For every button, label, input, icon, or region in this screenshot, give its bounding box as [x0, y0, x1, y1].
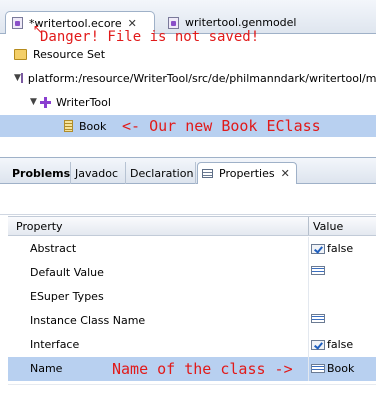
- column-divider: [308, 285, 309, 309]
- column-header-property[interactable]: Property: [16, 220, 63, 233]
- tree-item-resource[interactable]: ▼ platform:/resource/WriterTool/src/de/p…: [0, 67, 376, 89]
- property-name: ESuper Types: [30, 290, 104, 303]
- column-divider[interactable]: [308, 217, 309, 235]
- tree-item-package[interactable]: ▼ WriterTool: [0, 91, 376, 113]
- checkbox-icon: [311, 339, 325, 350]
- column-divider: [308, 309, 309, 333]
- column-header-value[interactable]: Value: [313, 220, 343, 233]
- tab-label: writertool.genmodel: [185, 16, 297, 29]
- property-value-text: false: [327, 338, 354, 351]
- tree-item-label: Book: [79, 119, 107, 133]
- property-row-esuper-types[interactable]: ESuper Types: [8, 285, 376, 309]
- name-annotation: Name of the class ->: [112, 360, 293, 378]
- tab-label: Javadoc: [75, 166, 118, 180]
- list-icon: [311, 364, 325, 373]
- close-icon[interactable]: ✕: [128, 17, 137, 30]
- property-value[interactable]: false: [311, 338, 353, 351]
- package-icon: [40, 96, 51, 108]
- tab-javadoc[interactable]: Javadoc: [71, 162, 126, 184]
- collapse-icon[interactable]: ▼: [14, 73, 21, 83]
- resource-set-icon: [14, 48, 27, 60]
- property-value-text: false: [327, 242, 354, 255]
- property-row-default-value[interactable]: Default Value: [8, 261, 376, 285]
- tree-item-resource-set[interactable]: Resource Set: [14, 46, 105, 62]
- property-name: Name: [30, 362, 63, 375]
- properties-icon: [202, 169, 213, 178]
- ecore-resource-icon: [20, 73, 23, 83]
- class-annotation: <- Our new Book EClass: [122, 117, 321, 135]
- tab-problems[interactable]: Problems: [8, 162, 71, 184]
- tab-label: Properties: [219, 167, 275, 180]
- tree-item-label: platform:/resource/WriterTool/src/de/phi…: [27, 71, 376, 85]
- collapse-icon[interactable]: ▼: [30, 97, 40, 107]
- genmodel-file-icon: [168, 16, 179, 29]
- property-value[interactable]: Book: [311, 362, 354, 375]
- list-icon: [311, 314, 325, 323]
- property-row-abstract[interactable]: Abstract false: [8, 237, 376, 261]
- property-value[interactable]: false: [311, 242, 353, 255]
- property-value[interactable]: [311, 314, 327, 323]
- property-name: Interface: [30, 338, 80, 351]
- tab-properties[interactable]: Properties ✕: [197, 162, 297, 184]
- property-name: Abstract: [30, 242, 77, 255]
- ecore-file-icon: [12, 17, 23, 29]
- table-bottom-rule: [8, 384, 376, 385]
- checkbox-icon: [311, 243, 325, 254]
- property-name: Default Value: [30, 266, 104, 279]
- property-value-text: Book: [327, 362, 355, 375]
- tree-item-label: Resource Set: [33, 47, 106, 61]
- views-tab-bar: Problems Javadoc Declaration Properties …: [0, 157, 376, 184]
- unsaved-annotation: Danger! File is not saved!: [40, 29, 260, 45]
- property-row-interface[interactable]: Interface false: [8, 333, 376, 357]
- column-divider: [308, 237, 309, 261]
- column-divider: [308, 261, 309, 285]
- tree-item-label: WriterTool: [56, 95, 111, 109]
- property-name: Instance Class Name: [30, 314, 146, 327]
- properties-table-header: Property Value: [8, 216, 376, 236]
- property-value[interactable]: [311, 266, 327, 275]
- close-icon[interactable]: ✕: [281, 167, 290, 180]
- column-divider: [308, 357, 309, 381]
- tab-label: Declaration: [130, 166, 194, 180]
- column-divider: [308, 333, 309, 357]
- eclass-icon: [64, 120, 73, 132]
- eclipse-window: *writertool.ecore ✕ writertool.genmodel …: [0, 0, 376, 395]
- tab-declaration[interactable]: Declaration: [126, 162, 196, 184]
- property-row-instance-class-name[interactable]: Instance Class Name: [8, 309, 376, 333]
- properties-toolbar: [0, 184, 376, 215]
- tab-label: Problems: [12, 166, 71, 180]
- list-icon: [311, 266, 325, 275]
